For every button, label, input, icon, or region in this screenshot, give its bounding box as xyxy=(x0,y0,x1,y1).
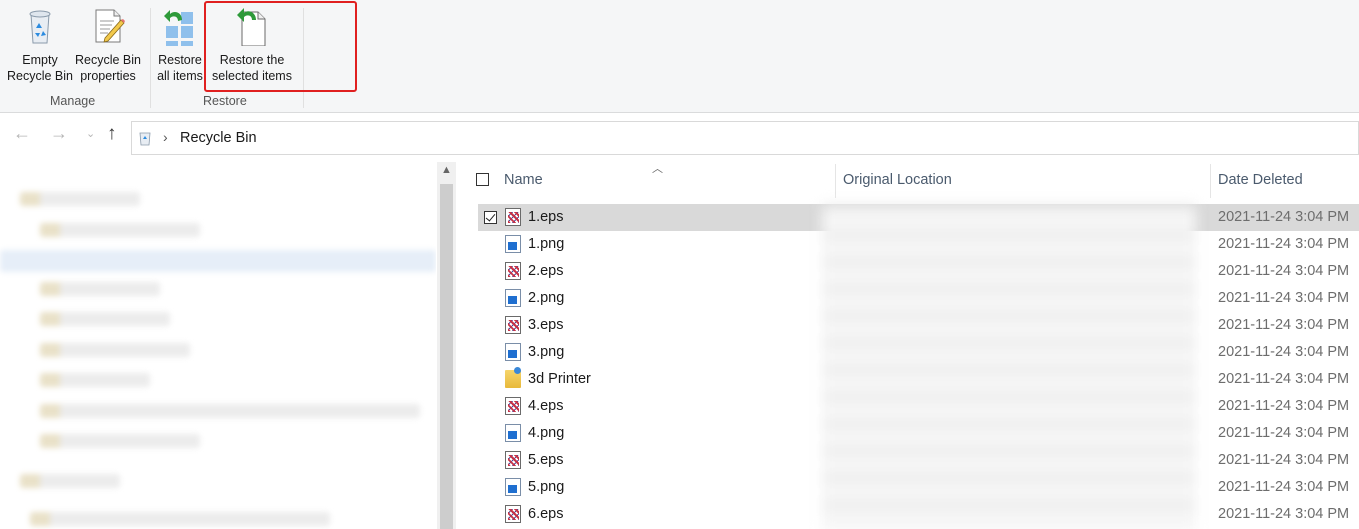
date-deleted: 2021-11-24 3:04 PM xyxy=(1218,398,1350,414)
date-deleted: 2021-11-24 3:04 PM xyxy=(1218,506,1350,522)
empty-label-line2: Recycle Bin xyxy=(7,69,73,83)
column-header-name[interactable]: Name xyxy=(504,172,543,188)
breadcrumb-chevron-icon[interactable]: › xyxy=(163,129,168,145)
empty-recycle-bin-button[interactable]: Empty Recycle Bin xyxy=(6,4,74,84)
date-deleted: 2021-11-24 3:04 PM xyxy=(1218,236,1350,252)
navigation-pane-scrollbar[interactable]: ▲ xyxy=(437,162,456,529)
png-file-icon xyxy=(505,235,521,253)
file-name: 3.png xyxy=(528,344,565,360)
eps-file-icon xyxy=(505,208,521,226)
file-name: 3d Printer xyxy=(528,371,591,387)
sort-ascending-icon: ︿ xyxy=(652,163,663,175)
empty-label-line1: Empty xyxy=(22,53,58,67)
recent-locations-dropdown[interactable]: ⌄ xyxy=(86,127,95,140)
date-deleted: 2021-11-24 3:04 PM xyxy=(1218,479,1350,495)
column-header-date-deleted[interactable]: Date Deleted xyxy=(1218,172,1303,188)
recycle-bin-properties-button[interactable]: Recycle Bin properties xyxy=(74,4,142,84)
folder-icon xyxy=(505,367,521,388)
file-name: 2.eps xyxy=(528,263,564,279)
eps-file-icon xyxy=(505,262,521,280)
file-name: 5.eps xyxy=(528,452,564,468)
select-all-checkbox[interactable] xyxy=(476,173,489,186)
column-divider[interactable] xyxy=(835,164,836,198)
back-button[interactable]: ← xyxy=(13,123,31,144)
file-name: 1.eps xyxy=(528,209,564,225)
eps-file-icon xyxy=(505,505,521,523)
up-button[interactable]: ↑ xyxy=(107,123,117,145)
properties-icon xyxy=(90,6,126,46)
scrollbar-thumb[interactable] xyxy=(440,184,453,529)
navigation-bar: ← → ⌄ ↑ › Recycle Bin xyxy=(0,113,1359,161)
ribbon: Empty Recycle Bin Recycle Bin properties… xyxy=(0,0,1359,113)
eps-file-icon xyxy=(505,451,521,469)
recycle-bin-icon xyxy=(22,6,58,46)
date-deleted: 2021-11-24 3:04 PM xyxy=(1218,425,1350,441)
column-divider[interactable] xyxy=(1210,164,1211,198)
original-location-column-redacted xyxy=(822,204,1196,529)
recycle-bin-icon xyxy=(139,132,151,146)
restore-all-label-line1: Restore xyxy=(158,53,202,67)
eps-file-icon xyxy=(505,316,521,334)
date-deleted: 2021-11-24 3:04 PM xyxy=(1218,209,1350,225)
ribbon-divider xyxy=(150,8,151,108)
eps-file-icon xyxy=(505,397,521,415)
restore-group-label: Restore xyxy=(203,94,247,108)
date-deleted: 2021-11-24 3:04 PM xyxy=(1218,290,1350,306)
date-deleted: 2021-11-24 3:04 PM xyxy=(1218,371,1350,387)
file-name: 2.png xyxy=(528,290,565,306)
scroll-up-icon[interactable]: ▲ xyxy=(441,164,452,176)
annotation-highlight-box xyxy=(204,1,357,92)
png-file-icon xyxy=(505,478,521,496)
file-name: 3.eps xyxy=(528,317,564,333)
address-bar[interactable]: › Recycle Bin xyxy=(131,121,1359,155)
navigation-pane[interactable] xyxy=(0,162,436,529)
file-name: 4.eps xyxy=(528,398,564,414)
png-file-icon xyxy=(505,343,521,361)
breadcrumb-recycle-bin[interactable]: Recycle Bin xyxy=(180,130,257,146)
restore-all-icon xyxy=(162,6,198,46)
column-header-row: ︿ Name Original Location Date Deleted xyxy=(456,162,1359,200)
row-checkbox[interactable] xyxy=(484,211,497,224)
properties-label-line1: Recycle Bin xyxy=(75,53,141,67)
column-header-original-location[interactable]: Original Location xyxy=(843,172,952,188)
restore-all-items-button[interactable]: Restore all items xyxy=(154,4,206,84)
properties-label-line2: properties xyxy=(80,69,136,83)
file-name: 4.png xyxy=(528,425,565,441)
date-deleted: 2021-11-24 3:04 PM xyxy=(1218,344,1350,360)
date-deleted: 2021-11-24 3:04 PM xyxy=(1218,317,1350,333)
file-name: 5.png xyxy=(528,479,565,495)
date-deleted: 2021-11-24 3:04 PM xyxy=(1218,452,1350,468)
file-name: 6.eps xyxy=(528,506,564,522)
png-file-icon xyxy=(505,289,521,307)
restore-all-label-line2: all items xyxy=(157,69,203,83)
png-file-icon xyxy=(505,424,521,442)
manage-group-label: Manage xyxy=(50,94,96,108)
file-name: 1.png xyxy=(528,236,565,252)
forward-button[interactable]: → xyxy=(50,123,68,144)
date-deleted: 2021-11-24 3:04 PM xyxy=(1218,263,1350,279)
